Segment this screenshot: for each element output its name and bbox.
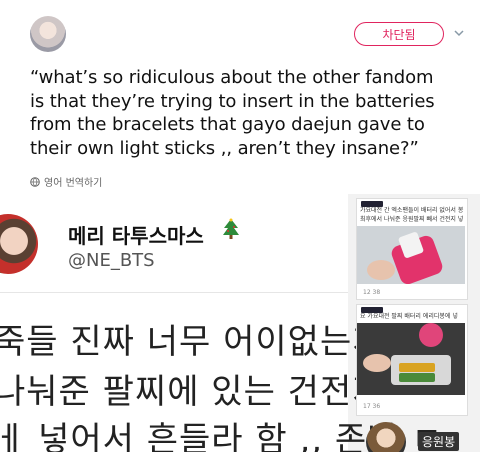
tweet-text: “what’s so ridiculous about the other fa… [30,66,475,160]
thumbnail-top: 가요대전 간 엑소팬들이 배터리 없어서 봉 최후에서 나눠준 응원팔찌 빼서 … [356,198,468,300]
tweet-line: is that they’re trying to insert in the … [30,90,435,112]
translate-link[interactable]: 영어 번역하기 [30,174,102,189]
chevron-down-icon[interactable] [452,26,466,40]
thumbnail-stats: 17 36 [363,403,381,410]
divider [0,292,348,293]
globe-icon [30,176,40,187]
embedded-tweet: 메리 타투스마스 @NE_BTS 죽들 진짜 너무 어이없는게 나눠준 팔찌에 … [0,194,443,452]
redacted-bar [361,307,383,313]
lightstick-photo [357,226,465,285]
korean-line: 죽들 진짜 너무 어이없는게 [0,322,385,362]
thumbnail-stats: 12 38 [363,289,381,296]
embedded-handle: @NE_BTS [68,250,155,271]
tweet-line: their own light sticks ,, aren’t they in… [30,137,419,159]
thumbnail-bottom: 요 가요대전 팔찌 배터리 에리디봉에 넣 17 36 [356,304,468,416]
thumbnail-caption: 최후에서 나눠준 응원팔찌 빼서 건전지 넣 [360,216,464,223]
korean-line: 나눠준 팔찌에 있는 건전지 [0,372,385,412]
battery-photo [357,323,465,395]
embedded-display-name: 메리 타투스마스 [68,224,204,248]
embedded-screenshot: 메리 타투스마스 @NE_BTS 죽들 진짜 너무 어이없는게 나눠준 팔찌에 … [0,194,480,452]
embedded-avatar [0,214,38,274]
tweet-line: “what’s so ridiculous about the other fa… [30,67,434,88]
profile-avatar[interactable] [30,16,66,52]
blocked-button[interactable]: 차단됨 [354,22,444,46]
redacted-bar [361,201,383,207]
bottom-label: 응원봉 [418,432,460,451]
translate-label: 영어 번역하기 [44,178,103,189]
christmas-tree-icon [223,218,239,239]
tweet-line: from the bracelets that gayo daejun gave… [30,114,425,135]
